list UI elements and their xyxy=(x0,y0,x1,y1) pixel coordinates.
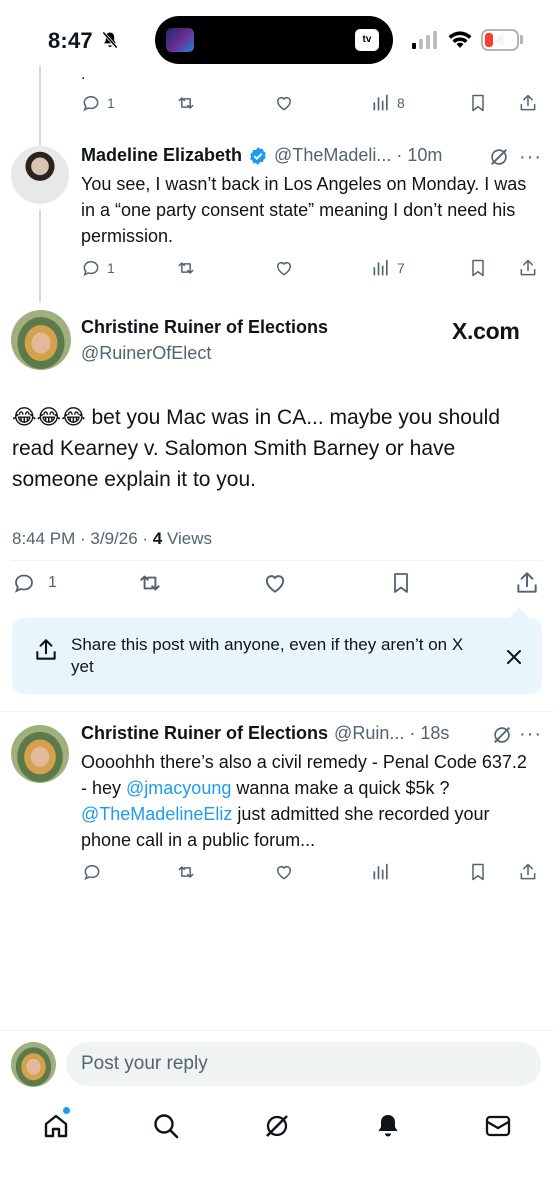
tweet-text-part: wanna make a quick $5k ? xyxy=(231,778,450,798)
reply-icon[interactable] xyxy=(81,862,103,882)
repost-icon[interactable] xyxy=(137,570,163,596)
thread-line xyxy=(39,66,41,146)
more-icon[interactable]: ··· xyxy=(519,723,542,746)
home-icon[interactable] xyxy=(41,1111,71,1141)
views-count: 8 xyxy=(397,95,405,111)
reply-button[interactable]: 1 xyxy=(12,571,57,595)
truncated-tweet-text: . xyxy=(81,66,86,83)
views-icon xyxy=(373,259,388,276)
bell-slash-icon xyxy=(102,31,118,49)
status-time: 8:47 xyxy=(48,28,93,53)
signal-icon xyxy=(412,31,437,49)
more-icon[interactable]: ··· xyxy=(519,146,542,169)
share-prompt-pointer xyxy=(509,607,529,619)
share-icon xyxy=(36,639,56,660)
post-meta: 8:44 PM · 3/9/26 · 4 Views xyxy=(12,529,212,549)
like-icon[interactable] xyxy=(273,258,295,278)
tweet-header: Madeline Elizabeth @TheMadeli... · 10m xyxy=(81,145,476,166)
avatar xyxy=(11,1042,56,1087)
divider xyxy=(12,560,542,561)
bookmark-icon[interactable] xyxy=(468,258,488,278)
views-button[interactable]: 8 xyxy=(371,93,405,113)
author-name[interactable]: Christine Ruiner of Elections xyxy=(81,723,328,744)
now-playing-thumbnail xyxy=(166,28,194,52)
views-count: 4 xyxy=(152,529,163,548)
share-prompt-text: Share this post with anyone, even if the… xyxy=(71,635,464,676)
reply-count: 1 xyxy=(107,95,115,111)
mention-link[interactable]: @jmacyoung xyxy=(126,778,231,798)
avatar[interactable] xyxy=(11,146,69,204)
repost-icon[interactable] xyxy=(175,258,197,278)
close-icon[interactable] xyxy=(505,648,523,666)
emoji: 😂😂😂 xyxy=(12,406,86,429)
grok-icon[interactable] xyxy=(488,146,510,168)
reply-icon xyxy=(83,260,99,277)
author-handle-time: @Ruin... · 18s xyxy=(334,723,450,743)
share-icon[interactable] xyxy=(518,93,538,113)
share-icon[interactable] xyxy=(518,862,538,882)
post-timestamp[interactable]: 8:44 PM · 3/9/26 · xyxy=(12,529,153,548)
battery-level: 4 xyxy=(496,32,504,48)
bookmark-icon[interactable] xyxy=(389,570,413,596)
tweet-header: Christine Ruiner of Elections @Ruin... ·… xyxy=(81,723,481,744)
author-handle-time: @TheMadeli... · 10m xyxy=(274,145,443,165)
thread-line xyxy=(39,210,41,302)
bell-icon[interactable] xyxy=(373,1111,403,1141)
battery-cap xyxy=(520,35,523,44)
repost-icon[interactable] xyxy=(175,93,197,113)
grok-icon[interactable] xyxy=(262,1111,292,1141)
views-label: Views xyxy=(162,529,213,548)
x-com-watermark: X.com xyxy=(452,318,520,344)
author-name[interactable]: Madeline Elizabeth xyxy=(81,145,242,166)
views-icon[interactable] xyxy=(371,862,391,882)
avatar[interactable] xyxy=(11,725,69,783)
like-icon[interactable] xyxy=(273,862,295,882)
views-icon xyxy=(373,94,388,111)
bookmark-icon[interactable] xyxy=(468,862,488,882)
author-handle[interactable]: @RuinerOfElect xyxy=(81,343,211,364)
like-icon[interactable] xyxy=(262,570,288,596)
apple-tv-badge: tv xyxy=(355,29,379,51)
mail-icon[interactable] xyxy=(483,1111,513,1141)
bookmark-icon[interactable] xyxy=(468,93,488,113)
views-button[interactable]: 7 xyxy=(371,258,405,278)
share-icon[interactable] xyxy=(514,570,540,596)
search-icon[interactable] xyxy=(151,1111,181,1141)
divider xyxy=(0,1030,553,1031)
reply-icon xyxy=(83,95,99,112)
post-text: 😂😂😂 bet you Mac was in CA... maybe you s… xyxy=(12,402,542,495)
wifi-icon xyxy=(448,31,472,48)
tweet-text: You see, I wasn’t back in Los Angeles on… xyxy=(81,174,527,246)
avatar[interactable] xyxy=(11,310,71,370)
tweet-text: Oooohhh there’s also a civil remedy - Pe… xyxy=(81,749,536,853)
reply-button[interactable]: 1 xyxy=(81,93,115,113)
tv-badge-label: tv xyxy=(362,34,372,45)
notification-dot xyxy=(62,1106,71,1115)
like-icon[interactable] xyxy=(273,93,295,113)
reply-count: 1 xyxy=(48,574,57,591)
verified-icon xyxy=(250,146,266,165)
share-icon[interactable] xyxy=(518,258,538,278)
reply-icon xyxy=(14,574,33,593)
divider xyxy=(0,711,553,712)
battery-indicator: 4 xyxy=(481,29,519,51)
grok-icon[interactable] xyxy=(491,724,513,746)
reply-placeholder: Post your reply xyxy=(81,1053,208,1074)
mention-link[interactable]: @TheMadelineEliz xyxy=(81,804,232,824)
views-count: 7 xyxy=(397,260,405,276)
reply-input[interactable]: Post your reply xyxy=(66,1042,541,1086)
repost-icon[interactable] xyxy=(175,862,197,882)
post-body: bet you Mac was in CA... maybe you shoul… xyxy=(12,406,500,491)
reply-button[interactable]: 1 xyxy=(81,258,115,278)
reply-count: 1 xyxy=(107,260,115,276)
author-name[interactable]: Christine Ruiner of Elections xyxy=(81,317,328,338)
